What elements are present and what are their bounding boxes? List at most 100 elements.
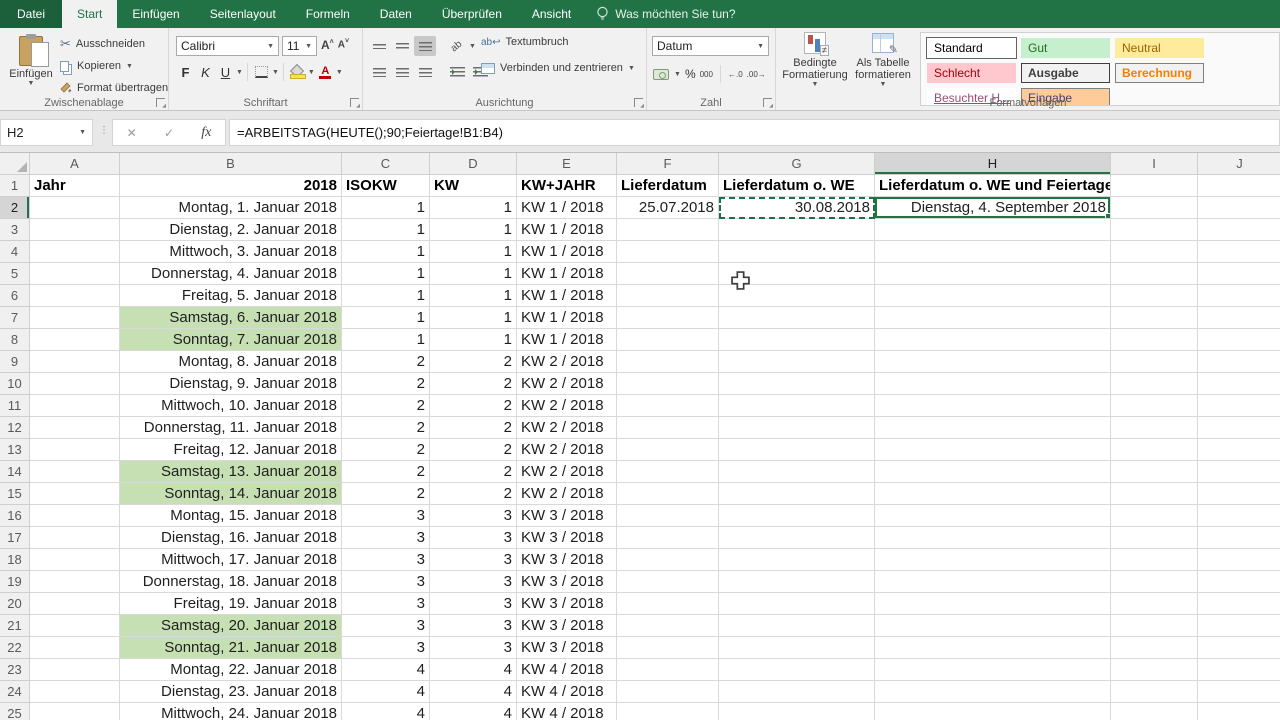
cell-G4[interactable] <box>719 241 875 263</box>
cell-I16[interactable] <box>1111 505 1198 527</box>
cell-B18[interactable]: Mittwoch, 17. Januar 2018 <box>120 549 342 571</box>
row-header-25[interactable]: 25 <box>0 703 30 720</box>
cell-H6[interactable] <box>875 285 1111 307</box>
cell-E6[interactable]: KW 1 / 2018 <box>517 285 617 307</box>
tab-datei[interactable]: Datei <box>0 0 62 28</box>
alignment-dialog-launcher[interactable] <box>634 98 643 107</box>
cell-E10[interactable]: KW 2 / 2018 <box>517 373 617 395</box>
cell-B7[interactable]: Samstag, 6. Januar 2018 <box>120 307 342 329</box>
style-berechnung[interactable]: Berechnung <box>1115 63 1204 83</box>
cell-I3[interactable] <box>1111 219 1198 241</box>
row-header-3[interactable]: 3 <box>0 219 30 241</box>
cell-F5[interactable] <box>617 263 719 285</box>
cell-F3[interactable] <box>617 219 719 241</box>
cell-E15[interactable]: KW 2 / 2018 <box>517 483 617 505</box>
cell-J13[interactable] <box>1198 439 1280 461</box>
insert-function-icon[interactable]: fx <box>201 125 211 141</box>
cell-H13[interactable] <box>875 439 1111 461</box>
cell-E9[interactable]: KW 2 / 2018 <box>517 351 617 373</box>
cell-A1[interactable]: Jahr <box>30 175 120 197</box>
row-header-12[interactable]: 12 <box>0 417 30 439</box>
cell-E20[interactable]: KW 3 / 2018 <box>517 593 617 615</box>
cell-B20[interactable]: Freitag, 19. Januar 2018 <box>120 593 342 615</box>
cell-F8[interactable] <box>617 329 719 351</box>
grow-font-button[interactable]: A˄ <box>321 38 334 52</box>
fill-color-button[interactable] <box>288 62 307 82</box>
cell-B5[interactable]: Donnerstag, 4. Januar 2018 <box>120 263 342 285</box>
orientation-caret[interactable]: ▼ <box>469 43 476 50</box>
cell-I15[interactable] <box>1111 483 1198 505</box>
cell-A21[interactable] <box>30 615 120 637</box>
paste-button[interactable]: Einfügen ▼ <box>6 33 56 105</box>
cell-I19[interactable] <box>1111 571 1198 593</box>
cell-A12[interactable] <box>30 417 120 439</box>
cell-C16[interactable]: 3 <box>342 505 430 527</box>
format-painter-button[interactable]: Format übertragen <box>60 78 168 98</box>
row-header-9[interactable]: 9 <box>0 351 30 373</box>
cell-J5[interactable] <box>1198 263 1280 285</box>
row-header-24[interactable]: 24 <box>0 681 30 703</box>
merge-center-caret[interactable]: ▼ <box>628 65 635 72</box>
cell-E18[interactable]: KW 3 / 2018 <box>517 549 617 571</box>
tab-überprüfen[interactable]: Überprüfen <box>427 0 517 28</box>
cell-A8[interactable] <box>30 329 120 351</box>
style-ausgabe[interactable]: Ausgabe <box>1021 63 1110 83</box>
cell-B22[interactable]: Sonntag, 21. Januar 2018 <box>120 637 342 659</box>
cell-E4[interactable]: KW 1 / 2018 <box>517 241 617 263</box>
fill-handle[interactable] <box>1105 213 1111 219</box>
cell-H1[interactable]: Lieferdatum o. WE und Feiertage <box>875 175 1111 197</box>
cell-G16[interactable] <box>719 505 875 527</box>
cell-D22[interactable]: 3 <box>430 637 517 659</box>
cell-A15[interactable] <box>30 483 120 505</box>
cell-H5[interactable] <box>875 263 1111 285</box>
cell-F19[interactable] <box>617 571 719 593</box>
cell-H22[interactable] <box>875 637 1111 659</box>
cell-F23[interactable] <box>617 659 719 681</box>
align-top-button[interactable] <box>368 36 390 56</box>
cell-D4[interactable]: 1 <box>430 241 517 263</box>
cell-A14[interactable] <box>30 461 120 483</box>
cell-A22[interactable] <box>30 637 120 659</box>
cell-I12[interactable] <box>1111 417 1198 439</box>
cell-H11[interactable] <box>875 395 1111 417</box>
cell-B24[interactable]: Dienstag, 23. Januar 2018 <box>120 681 342 703</box>
font-dialog-launcher[interactable] <box>350 98 359 107</box>
cell-C24[interactable]: 4 <box>342 681 430 703</box>
cell-C13[interactable]: 2 <box>342 439 430 461</box>
cell-J14[interactable] <box>1198 461 1280 483</box>
font-color-caret[interactable]: ▼ <box>336 69 343 76</box>
borders-button[interactable] <box>252 62 271 82</box>
cell-H2[interactable]: Dienstag, 4. September 2018 <box>875 197 1111 219</box>
style-gut[interactable]: Gut <box>1021 38 1110 58</box>
row-header-16[interactable]: 16 <box>0 505 30 527</box>
cell-F4[interactable] <box>617 241 719 263</box>
cell-D5[interactable]: 1 <box>430 263 517 285</box>
cell-G20[interactable] <box>719 593 875 615</box>
column-header-C[interactable]: C <box>342 153 430 175</box>
cell-I9[interactable] <box>1111 351 1198 373</box>
cell-D13[interactable]: 2 <box>430 439 517 461</box>
cell-H23[interactable] <box>875 659 1111 681</box>
cell-G10[interactable] <box>719 373 875 395</box>
select-all-corner[interactable] <box>0 153 30 175</box>
cell-J11[interactable] <box>1198 395 1280 417</box>
cell-E22[interactable]: KW 3 / 2018 <box>517 637 617 659</box>
cell-D1[interactable]: KW <box>430 175 517 197</box>
cell-B19[interactable]: Donnerstag, 18. Januar 2018 <box>120 571 342 593</box>
align-center-button[interactable] <box>391 62 413 82</box>
cell-F6[interactable] <box>617 285 719 307</box>
cell-D18[interactable]: 3 <box>430 549 517 571</box>
decrease-decimal-button[interactable]: .00→ <box>747 70 766 79</box>
cell-F17[interactable] <box>617 527 719 549</box>
cell-J6[interactable] <box>1198 285 1280 307</box>
cell-G15[interactable] <box>719 483 875 505</box>
percent-style-button[interactable]: % <box>685 67 696 81</box>
cell-C11[interactable]: 2 <box>342 395 430 417</box>
cell-I23[interactable] <box>1111 659 1198 681</box>
cell-D16[interactable]: 3 <box>430 505 517 527</box>
align-right-button[interactable] <box>414 62 436 82</box>
cut-button[interactable]: ✂ Ausschneiden <box>60 34 145 54</box>
cell-J4[interactable] <box>1198 241 1280 263</box>
cell-E5[interactable]: KW 1 / 2018 <box>517 263 617 285</box>
cell-D24[interactable]: 4 <box>430 681 517 703</box>
